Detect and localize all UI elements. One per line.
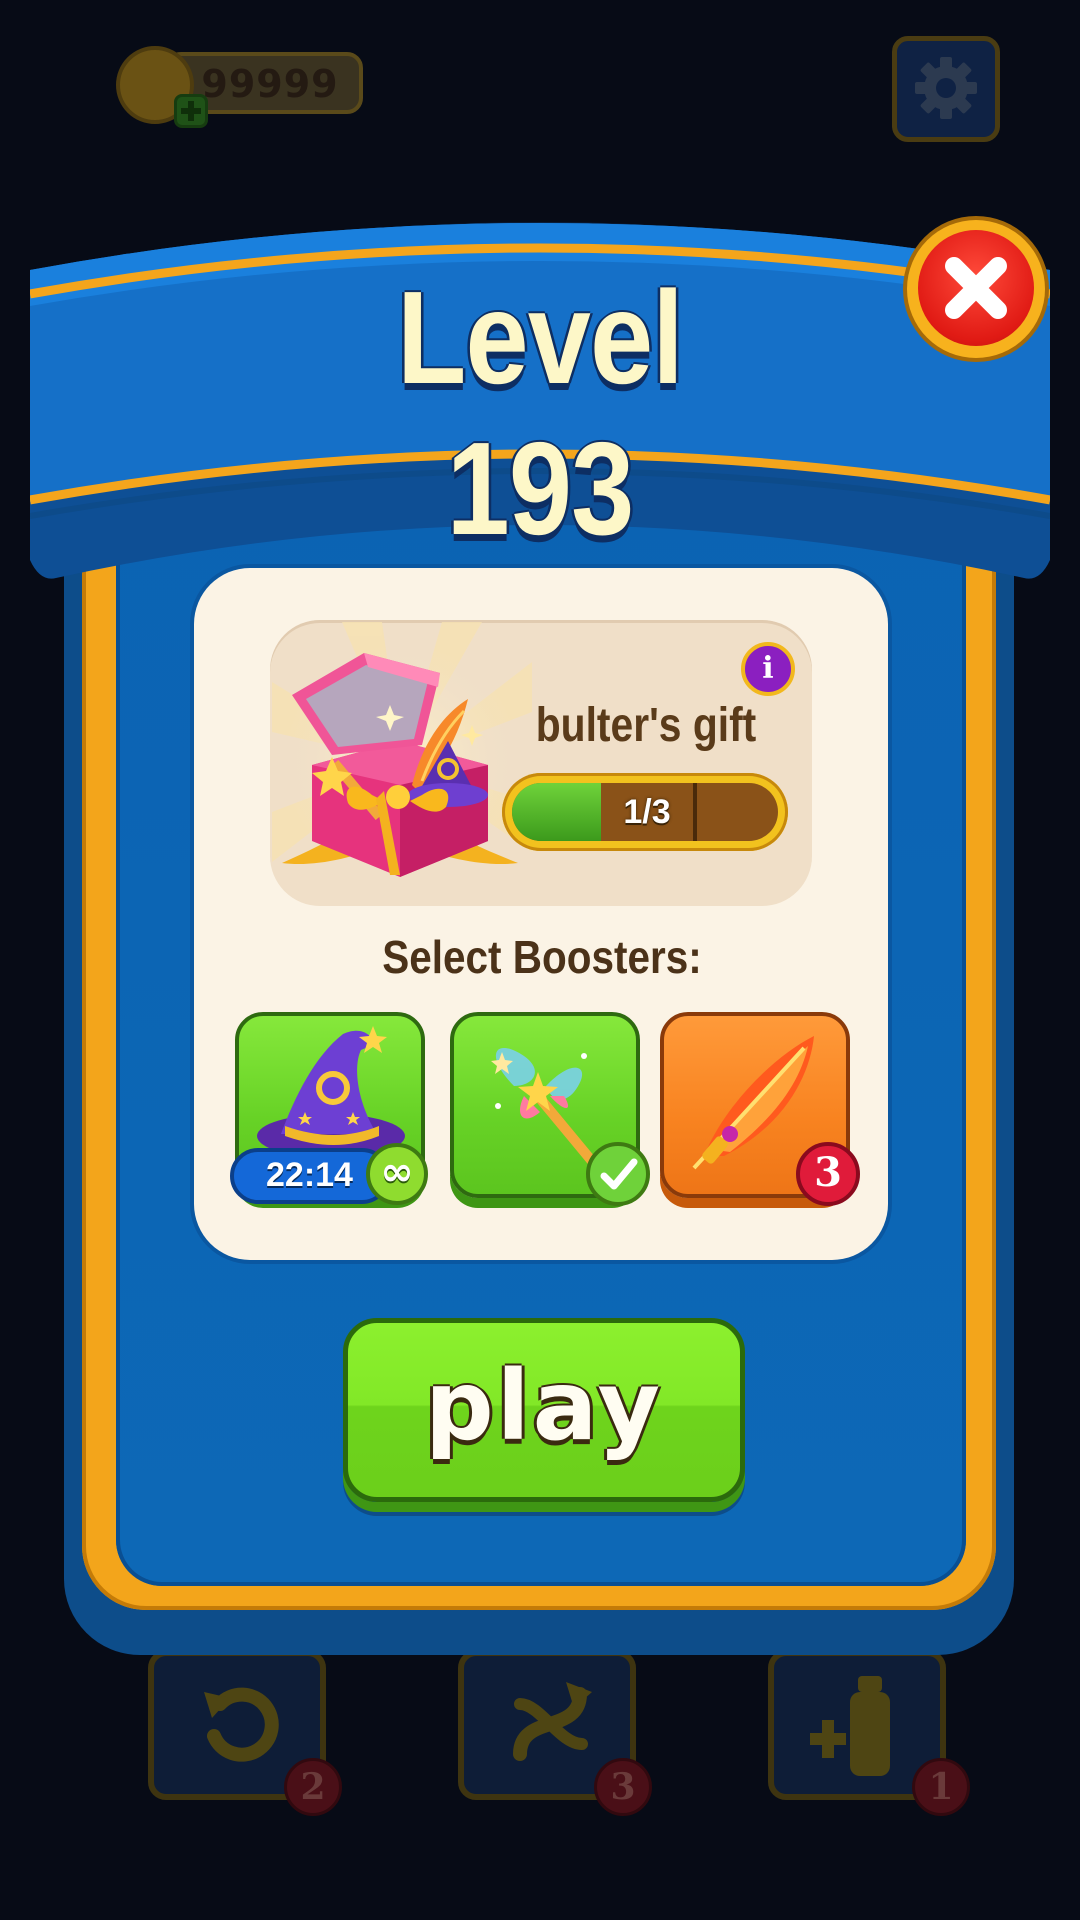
gift-info-button[interactable]: i	[741, 642, 795, 696]
play-button-label: play	[424, 1350, 664, 1462]
add-coins-button[interactable]	[174, 94, 208, 128]
undo-count-badge: 2	[284, 1758, 342, 1816]
gift-title: bulter's gift	[535, 699, 757, 752]
select-boosters-label: Select Boosters:	[382, 931, 702, 983]
check-icon	[600, 1158, 638, 1190]
booster-selected-badge	[586, 1142, 650, 1206]
close-icon	[945, 257, 1007, 319]
settings-button[interactable]	[892, 36, 1000, 142]
infinity-icon: ∞	[366, 1143, 428, 1205]
close-button-face[interactable]	[918, 230, 1034, 346]
gear-icon	[915, 57, 977, 119]
shuffle-count-badge: 3	[594, 1758, 652, 1816]
bottle-plus-icon	[810, 1676, 890, 1776]
fire-feather-count-badge: 3	[796, 1142, 860, 1206]
shuffle-icon	[513, 1682, 592, 1761]
gift-box-icon	[282, 653, 518, 877]
gift-progress-fill	[512, 783, 601, 841]
plus-icon	[181, 101, 201, 121]
extra-count-badge: 1	[912, 1758, 970, 1816]
undo-icon	[204, 1687, 279, 1762]
level-title: Level 193	[396, 264, 684, 562]
gift-progress-text: 1/3	[623, 793, 671, 831]
info-icon: i	[762, 651, 774, 686]
